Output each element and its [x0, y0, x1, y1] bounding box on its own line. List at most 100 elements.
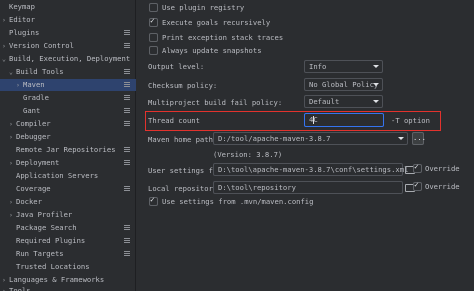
sidebar-item-label: Remote Jar Repositories — [16, 145, 116, 154]
chevron-down-icon — [372, 61, 380, 72]
sidebar-item-deployment[interactable]: › Deployment — [0, 157, 136, 169]
chevron-right-icon[interactable]: › — [0, 40, 8, 52]
sidebar-item-label: Application Servers — [16, 171, 99, 180]
thread-count-label: Thread count — [148, 116, 200, 125]
sidebar-item-label: Java Profiler — [16, 210, 73, 219]
check-icon: ✓ — [150, 16, 155, 25]
sidebar-item-label: Compiler — [16, 119, 51, 128]
chevron-down-icon[interactable]: ⌄ — [0, 53, 8, 65]
sidebar-item-java-profiler[interactable]: › Java Profiler — [0, 209, 136, 221]
print-exception-stack-traces-checkbox[interactable] — [149, 33, 158, 42]
thread-count-hint: -T option — [391, 116, 430, 125]
sidebar-item-trusted-locations[interactable]: Trusted Locations — [0, 261, 136, 273]
sidebar-item-remote-jar-repositories[interactable]: Remote Jar Repositories — [0, 144, 136, 156]
sidebar-item-plugins[interactable]: Plugins — [0, 27, 136, 39]
chevron-right-icon[interactable]: › — [0, 285, 8, 291]
maven-home-path-field[interactable]: D:/tool/apache-maven-3.8.7 — [213, 132, 408, 145]
chevron-right-icon[interactable]: › — [7, 118, 15, 130]
sidebar-item-label: Editor — [9, 15, 35, 24]
local-repository-override-checkbox[interactable]: ✓ — [413, 180, 422, 191]
sidebar-item-label: Gant — [23, 106, 41, 115]
local-repository-field[interactable]: D:\tool\repository — [213, 181, 403, 194]
chevron-right-icon[interactable]: › — [7, 131, 15, 143]
project-level-settings-icon — [124, 238, 130, 244]
checksum-policy-value: No Global Policy — [309, 80, 379, 89]
use-mvn-config-checkbox[interactable]: ✓ — [149, 195, 158, 206]
text-caret — [313, 116, 314, 124]
user-settings-override-checkbox[interactable]: ✓ — [413, 162, 422, 173]
maven-home-browse-button[interactable]: ... — [412, 132, 426, 145]
chevron-right-icon[interactable]: › — [14, 79, 22, 91]
check-icon: ✓ — [414, 180, 419, 189]
chevron-right-icon[interactable]: › — [0, 14, 8, 26]
sidebar-item-label: Package Search — [16, 223, 77, 232]
output-level-value: Info — [309, 62, 327, 71]
sidebar-item-tools[interactable]: › Tools — [0, 285, 136, 291]
output-level-dropdown[interactable]: Info — [304, 60, 383, 73]
sidebar-item-label: Gradle — [23, 93, 49, 102]
sidebar-item-label: Maven — [23, 80, 45, 89]
maven-version-text: (Version: 3.8.7) — [213, 150, 283, 159]
always-update-snapshots-checkbox[interactable] — [149, 46, 158, 55]
sidebar-item-label: Debugger — [16, 132, 51, 141]
scrollbar[interactable] — [468, 0, 474, 291]
sidebar-item-run-targets[interactable]: Run Targets — [0, 248, 136, 260]
local-repository-label: Local repository: — [148, 184, 222, 193]
sidebar-item-editor[interactable]: › Editor — [0, 14, 136, 26]
sidebar-item-label: Plugins — [9, 28, 40, 37]
settings-sidebar: Keymap › Editor Plugins › Version Control ⌄ Bui… — [0, 0, 136, 291]
sidebar-item-label: Tools — [9, 286, 31, 291]
chevron-right-icon[interactable]: › — [7, 157, 15, 169]
sidebar-item-label: Keymap — [9, 2, 35, 11]
sidebar-item-build-execution-deployment[interactable]: ⌄ Build, Execution, Deployment — [0, 53, 136, 65]
use-mvn-config-label: Use settings from .mvn/maven.config — [162, 197, 314, 206]
chevron-down-icon — [372, 96, 380, 107]
sidebar-item-gant[interactable]: Gant — [0, 105, 136, 117]
sidebar-item-coverage[interactable]: Coverage — [0, 183, 136, 195]
sidebar-item-label: Run Targets — [16, 249, 64, 258]
check-icon: ✓ — [414, 162, 419, 171]
chevron-down-icon — [372, 79, 380, 90]
sidebar-item-docker[interactable]: › Docker — [0, 196, 136, 208]
execute-goals-recursively-checkbox[interactable]: ✓ — [149, 16, 158, 27]
checksum-policy-label: Checksum policy: — [148, 81, 218, 90]
project-level-settings-icon — [124, 147, 130, 153]
multiproject-build-fail-policy-dropdown[interactable]: Default — [304, 95, 383, 108]
sidebar-item-label: Required Plugins — [16, 236, 86, 245]
project-level-settings-icon — [124, 30, 130, 36]
check-icon: ✓ — [150, 195, 155, 204]
sidebar-item-version-control[interactable]: › Version Control — [0, 40, 136, 52]
user-settings-file-field[interactable]: D:\tool\apache-maven-3.8.7\conf\settings… — [213, 163, 408, 176]
sidebar-item-application-servers[interactable]: Application Servers — [0, 170, 136, 182]
sidebar-item-package-search[interactable]: Package Search — [0, 222, 136, 234]
sidebar-item-label: Build, Execution, Deployment — [9, 54, 131, 63]
use-plugin-registry-label: Use plugin registry — [162, 3, 245, 12]
chevron-down-icon[interactable]: ⌄ — [7, 66, 15, 78]
sidebar-item-label: Trusted Locations — [16, 262, 90, 271]
maven-home-path-label: Maven home path: — [148, 135, 218, 144]
sidebar-item-compiler[interactable]: › Compiler — [0, 118, 136, 130]
sidebar-item-required-plugins[interactable]: Required Plugins — [0, 235, 136, 247]
chevron-right-icon[interactable]: › — [7, 209, 15, 221]
execute-goals-recursively-label: Execute goals recursively — [162, 18, 271, 27]
multiproject-build-fail-policy-label: Multiproject build fail policy: — [148, 98, 283, 107]
chevron-right-icon[interactable]: › — [7, 196, 15, 208]
project-level-settings-icon — [124, 95, 130, 101]
project-level-settings-icon — [124, 43, 130, 49]
output-level-label: Output level: — [148, 62, 205, 71]
thread-count-input[interactable]: 4C — [304, 113, 384, 127]
user-settings-override-label: Override — [425, 164, 460, 173]
sidebar-item-build-tools[interactable]: ⌄ Build Tools — [0, 66, 136, 78]
checksum-policy-dropdown[interactable]: No Global Policy — [304, 78, 383, 91]
maven-settings-panel: Use plugin registry ✓ Execute goals recu… — [137, 0, 474, 291]
sidebar-item-keymap[interactable]: Keymap — [0, 1, 136, 13]
project-level-settings-icon — [124, 121, 130, 127]
sidebar-item-maven[interactable]: › Maven — [0, 79, 136, 91]
sidebar-item-debugger[interactable]: › Debugger — [0, 131, 136, 143]
local-repository-override-label: Override — [425, 182, 460, 191]
sidebar-item-gradle[interactable]: Gradle — [0, 92, 136, 104]
multiproject-build-fail-policy-value: Default — [309, 97, 340, 106]
project-level-settings-icon — [124, 160, 130, 166]
project-level-settings-icon — [124, 225, 130, 231]
use-plugin-registry-checkbox[interactable] — [149, 3, 158, 12]
